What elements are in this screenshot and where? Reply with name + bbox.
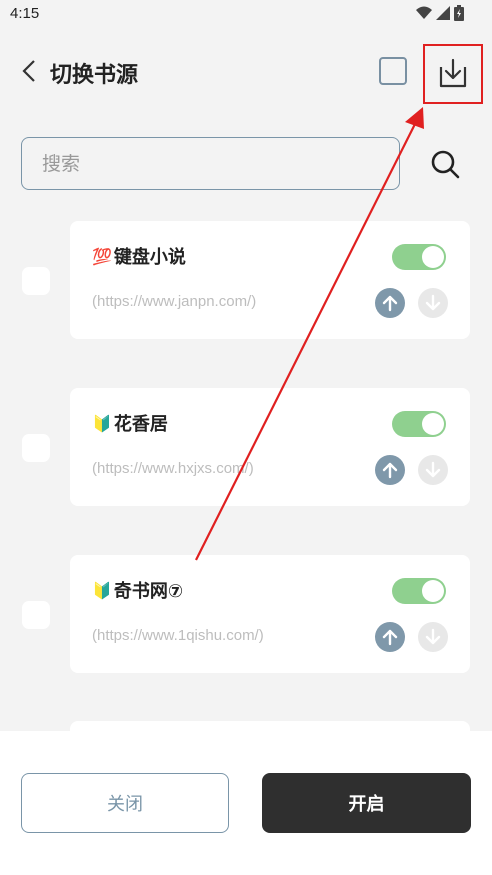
close-button[interactable]: 关闭 bbox=[21, 773, 229, 833]
move-down-button[interactable] bbox=[418, 622, 448, 652]
export-button[interactable] bbox=[423, 44, 483, 104]
beginner-badge-icon: 🔰 bbox=[92, 413, 112, 433]
source-card[interactable]: 🔰 奇书网⑦ (https://www.1qishu.com/) bbox=[70, 555, 470, 673]
arrow-down-icon bbox=[425, 294, 441, 311]
source-name: 键盘小说 bbox=[113, 247, 186, 268]
search-icon bbox=[431, 150, 460, 179]
toggle-knob bbox=[422, 580, 444, 602]
row-checkbox[interactable] bbox=[22, 601, 50, 629]
source-url: (https://www.janpn.com/) bbox=[92, 293, 257, 310]
move-down-button[interactable] bbox=[418, 288, 448, 318]
move-up-button[interactable] bbox=[375, 622, 405, 652]
source-url: (https://www.1qishu.com/) bbox=[92, 627, 264, 644]
enable-toggle[interactable] bbox=[392, 411, 446, 437]
battery-icon bbox=[454, 5, 464, 21]
source-url: (https://www.hxjxs.com/) bbox=[92, 460, 254, 477]
back-button[interactable] bbox=[14, 56, 44, 86]
arrow-up-icon bbox=[382, 629, 398, 646]
enable-toggle[interactable] bbox=[392, 244, 446, 270]
source-card[interactable]: 💯 键盘小说 (https://www.janpn.com/) bbox=[70, 221, 470, 339]
source-card[interactable]: 🔰 花香居 (https://www.hxjxs.com/) bbox=[70, 388, 470, 506]
list-item: 🔰 花香居 (https://www.hxjxs.com/) bbox=[0, 388, 492, 506]
status-bar: 4:15 bbox=[0, 0, 492, 30]
bottom-action-bar: 关闭 开启 bbox=[0, 731, 492, 875]
toggle-knob bbox=[422, 413, 444, 435]
arrow-down-icon bbox=[425, 461, 441, 478]
chevron-left-icon bbox=[22, 60, 35, 82]
list-item: 💯 键盘小说 (https://www.janpn.com/) bbox=[0, 221, 492, 339]
status-time: 4:15 bbox=[10, 5, 40, 22]
move-up-button[interactable] bbox=[375, 288, 405, 318]
page-title: 切换书源 bbox=[50, 63, 139, 88]
source-title: 🔰 奇书网⑦ bbox=[92, 577, 183, 603]
select-all-checkbox[interactable] bbox=[379, 57, 407, 85]
row-checkbox[interactable] bbox=[22, 434, 50, 462]
arrow-up-icon bbox=[382, 295, 398, 312]
signal-icon bbox=[436, 6, 450, 20]
enable-toggle[interactable] bbox=[392, 578, 446, 604]
search-input[interactable] bbox=[21, 137, 400, 190]
move-down-button[interactable] bbox=[418, 455, 448, 485]
source-title: 🔰 花香居 bbox=[92, 410, 168, 436]
app-header: 切换书源 bbox=[0, 40, 492, 104]
status-icons bbox=[416, 5, 464, 21]
toggle-knob bbox=[422, 246, 444, 268]
move-up-button[interactable] bbox=[375, 455, 405, 485]
beginner-badge-icon: 🔰 bbox=[92, 580, 112, 600]
search-button[interactable] bbox=[428, 147, 462, 181]
row-checkbox[interactable] bbox=[22, 267, 50, 295]
hundred-points-icon: 💯 bbox=[92, 246, 112, 266]
source-title: 💯 键盘小说 bbox=[92, 243, 186, 269]
arrow-up-icon bbox=[382, 462, 398, 479]
source-name: 奇书网⑦ bbox=[113, 581, 184, 602]
download-tray-icon bbox=[439, 58, 467, 88]
open-button[interactable]: 开启 bbox=[262, 773, 471, 833]
list-item: 🔰 奇书网⑦ (https://www.1qishu.com/) bbox=[0, 555, 492, 673]
arrow-down-icon bbox=[425, 628, 441, 645]
source-name: 花香居 bbox=[113, 414, 168, 435]
wifi-icon bbox=[416, 6, 432, 19]
